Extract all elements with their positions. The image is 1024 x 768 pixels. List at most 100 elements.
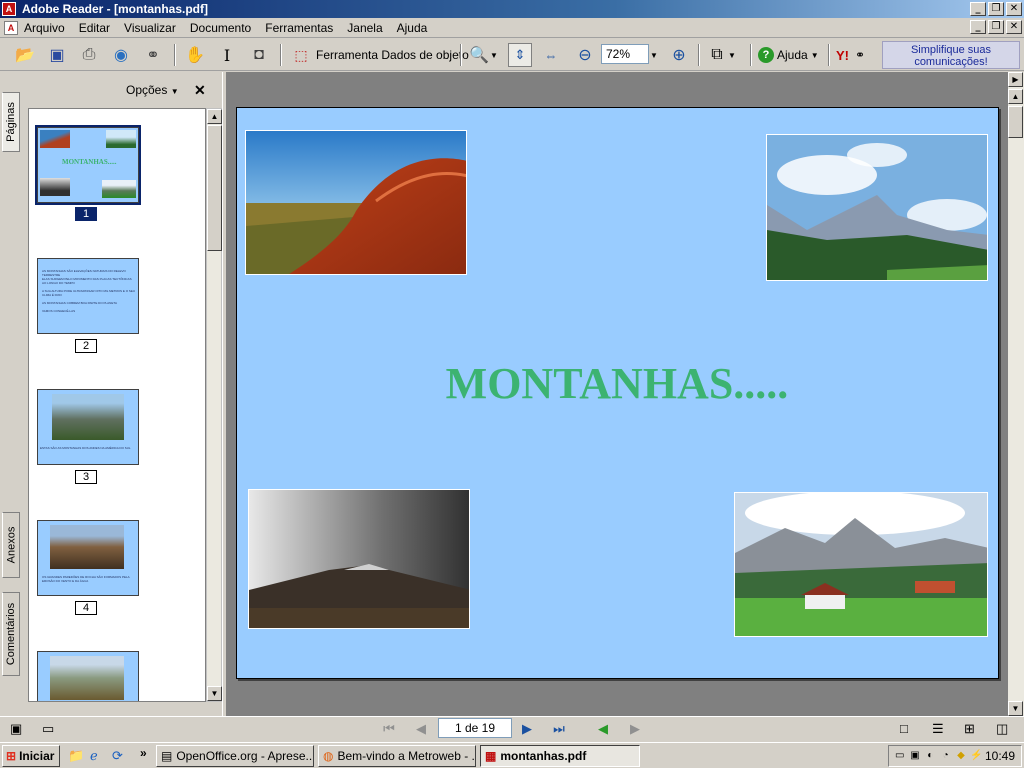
page-label-4[interactable]: 4 <box>75 601 97 615</box>
scroll-up-icon[interactable]: ▲ <box>1008 89 1023 104</box>
doc-close-button[interactable]: ✕ <box>1006 20 1022 34</box>
volume-icon[interactable]: ◔ <box>939 749 952 763</box>
close-panel-icon[interactable]: ✕ <box>194 82 206 99</box>
page-title: MONTANHAS..... <box>445 359 789 408</box>
select-text-tool-button[interactable]: I <box>216 43 238 67</box>
print-button[interactable]: ⎙ <box>78 43 100 67</box>
page-thumbnail-4[interactable]: OS GRANDES PAREDÕES DE ROCHA SÃO FORMADO… <box>37 520 139 596</box>
menu-ajuda[interactable]: Ajuda <box>397 21 428 35</box>
page-label-1[interactable]: 1 <box>75 207 97 221</box>
page-thumbnail-3[interactable]: ESTAS SÃO AS MONTANHAS DOS ANDES NA AMÉR… <box>37 389 139 465</box>
page-label-2[interactable]: 2 <box>75 339 97 353</box>
thumbnail-title: MONTANHAS..... <box>62 158 117 166</box>
system-tray: ▭ ▣ ◐ ◔ ◆ ⚡ 10:49 <box>888 745 1022 767</box>
antivirus-icon[interactable]: ◐ <box>924 749 937 763</box>
close-button[interactable]: ✕ <box>1006 2 1022 16</box>
thumbnail-list: MONTANHAS..... 1 AS MONTANHAS SÃO ELEVAÇ… <box>28 108 206 702</box>
zoom-out-button[interactable]: ⊖ <box>574 43 596 67</box>
quicklaunch-more-icon[interactable]: » <box>140 746 147 760</box>
chevron-down-icon: ▼ <box>490 50 498 60</box>
printer-icon: ⎙ <box>82 46 96 63</box>
continuous-view-icon[interactable]: ☰ <box>932 721 944 737</box>
continuous-facing-view-icon[interactable]: ◫ <box>996 721 1008 737</box>
facing-view-icon[interactable]: ⊞ <box>964 721 975 737</box>
single-page-view-icon[interactable]: □ <box>900 721 908 736</box>
scroll-down-icon[interactable]: ▼ <box>1008 701 1023 716</box>
zoom-input[interactable]: 72% <box>601 44 649 64</box>
binoculars-icon: ⚭ <box>854 48 866 62</box>
menu-editar[interactable]: Editar <box>79 21 110 35</box>
fit-width-button[interactable]: ⇔ <box>540 43 562 67</box>
show-desktop-icon[interactable]: 📁 <box>68 748 84 764</box>
plus-circle-icon: ⊕ <box>672 47 686 64</box>
options-menu[interactable]: Opções ▼ <box>126 83 179 97</box>
object-data-tool-button[interactable]: ⬚ Ferramenta Dados de objeto <box>290 43 468 67</box>
page-size-icon[interactable]: ▭ <box>42 721 54 737</box>
open-button[interactable]: 📂 <box>14 43 36 67</box>
zoom-dropdown-arrow[interactable]: ▼ <box>650 43 658 67</box>
task-openoffice[interactable]: ▤ OpenOffice.org - Aprese... <box>156 745 314 767</box>
pdf-document-icon[interactable]: A <box>4 21 18 35</box>
page-thumbnail-5[interactable] <box>37 651 139 701</box>
update-icon[interactable]: ⚡ <box>970 749 983 763</box>
zoom-in-button[interactable]: ⊕ <box>668 43 690 67</box>
menu-arquivo[interactable]: Arquivo <box>24 21 65 35</box>
scroll-right-panel-icon[interactable]: ▶ <box>1008 72 1023 87</box>
pages-icon: ⧉ <box>711 46 723 63</box>
pdf-icon: ▦ <box>485 749 497 763</box>
network-icon[interactable]: ▭ <box>893 749 906 763</box>
window-title: Adobe Reader - [montanhas.pdf] <box>22 2 209 16</box>
page-label-3[interactable]: 3 <box>75 470 97 484</box>
previous-page-icon[interactable]: ◀ <box>412 720 430 738</box>
quicklaunch-icon[interactable]: ⟳ <box>112 748 123 764</box>
minimize-button[interactable]: _ <box>970 2 986 16</box>
promo-banner[interactable]: Simplifique suas comunicações! <box>882 41 1020 69</box>
task-montanhas-pdf[interactable]: ▦ montanhas.pdf <box>480 745 640 767</box>
fit-width-icon: ⇔ <box>544 47 558 63</box>
page-layout-icon[interactable]: ▣ <box>10 721 22 737</box>
last-page-icon[interactable]: ⏭ <box>550 720 568 738</box>
security-shield-icon[interactable]: ◆ <box>954 749 967 763</box>
adobe-reader-icon: A <box>2 2 16 16</box>
snapshot-tool-button[interactable]: ◘ <box>248 43 270 67</box>
menu-janela[interactable]: Janela <box>347 21 382 35</box>
thumbnail-scrollbar[interactable]: ▲ ▼ <box>206 108 222 702</box>
search-button[interactable]: ⚭ <box>142 43 164 67</box>
page-number-input[interactable]: 1 de 19 <box>438 718 512 738</box>
zoom-in-tool-button[interactable]: 🔍 ▼ <box>468 43 498 67</box>
go-back-icon[interactable]: ◀ <box>594 720 612 738</box>
tab-comentarios[interactable]: Comentários <box>2 592 20 676</box>
go-forward-icon[interactable]: ▶ <box>626 720 644 738</box>
next-page-icon[interactable]: ▶ <box>518 720 536 738</box>
hand-tool-button[interactable]: ✋ <box>184 43 206 67</box>
scroll-up-icon[interactable]: ▲ <box>207 109 222 124</box>
yahoo-search-button[interactable]: Y! ⚭ <box>836 43 871 67</box>
start-button[interactable]: ⊞ Iniciar <box>2 745 60 767</box>
save-button[interactable]: ▣ <box>46 43 68 67</box>
first-page-icon[interactable]: ⏮ <box>380 720 398 738</box>
fit-page-button[interactable]: ⇕ <box>508 43 532 67</box>
menu-ferramentas[interactable]: Ferramentas <box>265 21 333 35</box>
rotate-view-button[interactable]: ⧉ ▼ <box>706 43 736 67</box>
document-scroll-thumb[interactable] <box>1008 106 1023 138</box>
page-thumbnail-2[interactable]: AS MONTANHAS SÃO ELEVAÇÕES NATURAIS DO R… <box>37 258 139 334</box>
document-scrollbar[interactable]: ▶ ▲ ▼ <box>1008 72 1024 716</box>
restore-button[interactable]: ❐ <box>988 2 1004 16</box>
menu-visualizar[interactable]: Visualizar <box>124 21 176 35</box>
tab-anexos[interactable]: Anexos <box>2 512 20 578</box>
internet-explorer-icon[interactable]: ℯ <box>90 748 98 764</box>
tab-paginas[interactable]: Páginas <box>2 92 20 152</box>
page-thumbnail-1[interactable]: MONTANHAS..... <box>35 125 141 205</box>
scroll-down-icon[interactable]: ▼ <box>207 686 222 701</box>
email-button[interactable]: ◉ <box>110 43 132 67</box>
help-button[interactable]: ? Ajuda ▼ <box>758 43 819 67</box>
monitor-icon[interactable]: ▣ <box>908 749 921 763</box>
toolbar: 📂 ▣ ⎙ ◉ ⚭ ✋ I ◘ ⬚ Ferramenta Dados de ob… <box>0 39 1024 71</box>
task-metroweb[interactable]: ◍ Bem-vindo a Metroweb - ... <box>318 745 476 767</box>
menu-documento[interactable]: Documento <box>190 21 251 35</box>
chevron-down-icon: ▼ <box>728 50 736 60</box>
camera-icon: ◘ <box>254 46 264 63</box>
doc-restore-button[interactable]: ❐ <box>988 20 1004 34</box>
doc-minimize-button[interactable]: _ <box>970 20 986 34</box>
scroll-thumb[interactable] <box>207 125 222 251</box>
